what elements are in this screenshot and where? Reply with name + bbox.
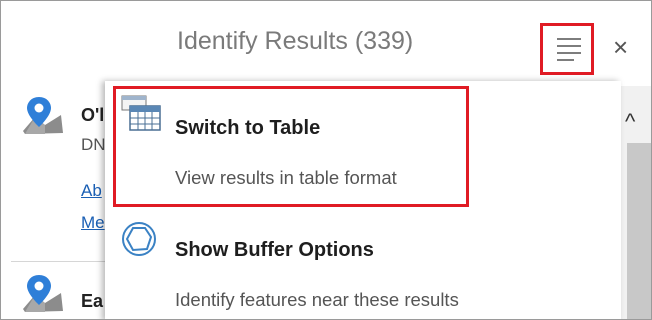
panel-title: Identify Results (339) <box>177 27 414 55</box>
identify-results-panel: Identify Results (339) × O'l DN Ab Me Ea… <box>0 0 652 320</box>
buffer-icon <box>122 222 156 256</box>
result-subtitle: DN <box>81 135 106 154</box>
result-link[interactable]: Ab <box>81 181 102 201</box>
map-pin-icon <box>23 97 63 134</box>
menu-item-show-buffer-options[interactable]: Show Buffer Options Identify features ne… <box>105 203 621 319</box>
menu-item-description: Identify features near these results <box>175 289 459 310</box>
scroll-up-icon[interactable]: ^ <box>625 109 635 135</box>
result-link[interactable]: Me <box>81 213 105 233</box>
result-name: Ea <box>81 291 104 311</box>
menu-button[interactable] <box>540 23 594 75</box>
scrollbar-thumb[interactable] <box>627 143 651 319</box>
menu-item-description: View results in table format <box>175 167 397 188</box>
options-menu: Switch to Table View results in table fo… <box>105 81 621 319</box>
close-button[interactable]: × <box>613 32 629 62</box>
menu-item-title: Show Buffer Options <box>175 239 374 261</box>
divider <box>11 261 107 262</box>
menu-item-title: Switch to Table <box>175 117 321 139</box>
map-pin-icon <box>23 275 63 312</box>
menu-item-switch-to-table[interactable]: Switch to Table View results in table fo… <box>105 81 621 201</box>
close-icon: × <box>613 32 629 62</box>
result-name: O'l <box>81 105 105 125</box>
table-icon <box>121 95 161 131</box>
